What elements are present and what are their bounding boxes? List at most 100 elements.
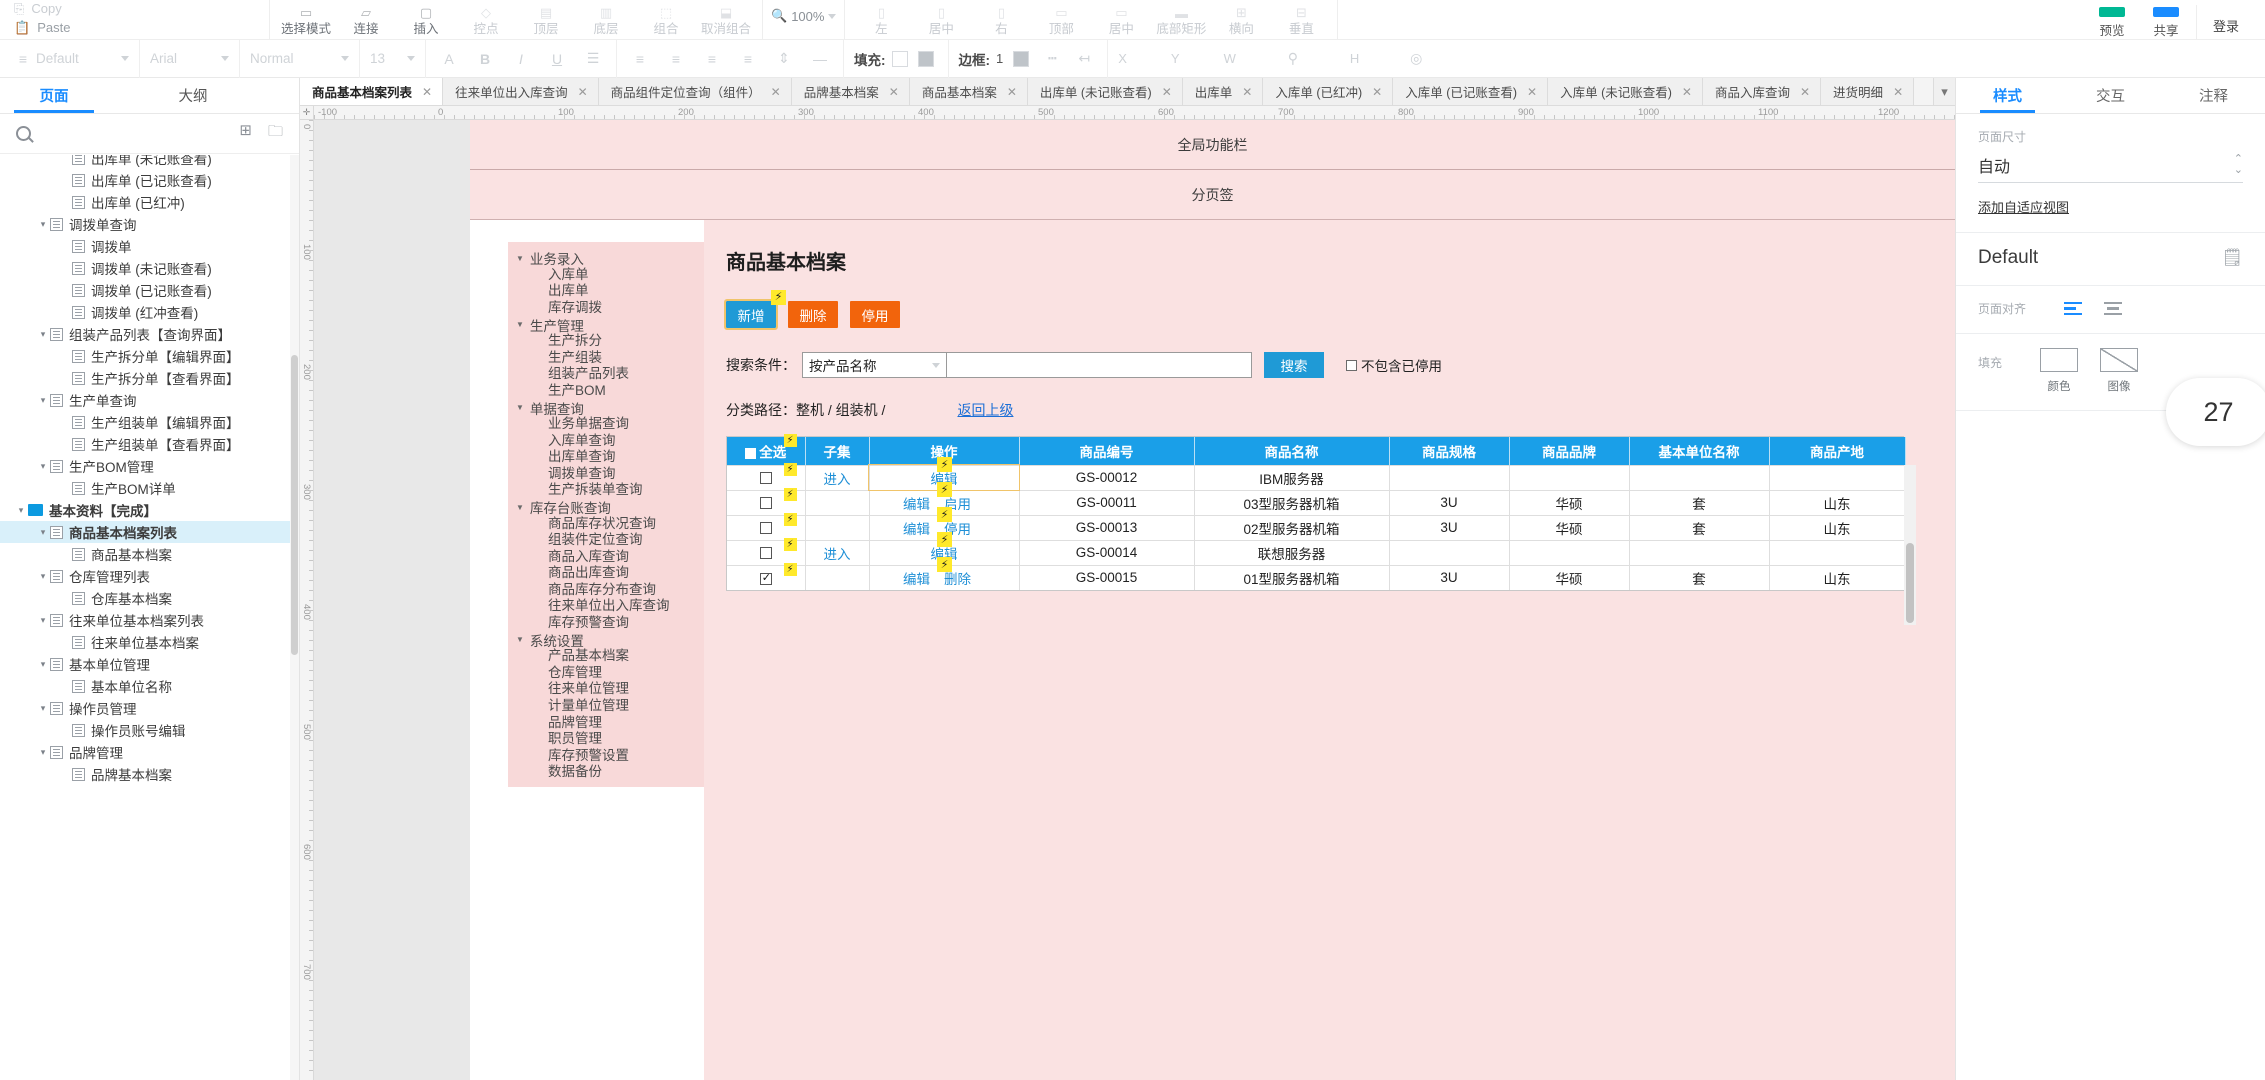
- nav-item[interactable]: 商品库存分布查询: [508, 582, 704, 599]
- ribbon-ungroup[interactable]: ⬓ 取消组合: [698, 0, 754, 37]
- page-tree-item[interactable]: ▾ 基本资料【完成】: [0, 499, 290, 521]
- share-button[interactable]: 共享: [2142, 1, 2190, 39]
- align-justify-icon[interactable]: ≡: [735, 51, 761, 67]
- row-select-cell[interactable]: ⚡: [727, 512, 806, 540]
- page-tree-item[interactable]: ▾ 调拨单 (未记账查看): [0, 257, 290, 279]
- chevron-down-icon[interactable]: ▾: [36, 461, 50, 472]
- notification-badge[interactable]: 27: [2166, 378, 2265, 446]
- row-select-cell[interactable]: ⚡: [727, 537, 806, 565]
- edit-style-icon[interactable]: 🗒: [2221, 248, 2243, 268]
- subset-cell[interactable]: [805, 564, 870, 590]
- delete-button[interactable]: 删除: [788, 301, 838, 328]
- pages-scrollbar[interactable]: [290, 155, 299, 1080]
- nav-item[interactable]: 入库单: [508, 267, 704, 284]
- ribbon-align-left[interactable]: ▯ 左: [853, 0, 909, 37]
- row-select-cell[interactable]: ⚡: [727, 562, 806, 590]
- ribbon-handle[interactable]: ◇ 控点: [458, 0, 514, 37]
- tab-interactions[interactable]: 交互: [2059, 78, 2162, 113]
- page-tree-item[interactable]: ▾ 生产拆分单【查看界面】: [0, 367, 290, 389]
- column-header[interactable]: 商品规格: [1389, 437, 1510, 465]
- ruler-origin-icon[interactable]: ✛: [300, 106, 314, 120]
- page-tree-item[interactable]: ▾ 生产组装单【编辑界面】: [0, 411, 290, 433]
- nav-item[interactable]: 往来单位出入库查询: [508, 598, 704, 615]
- page-tree-item[interactable]: ▾ 生产单查询: [0, 389, 290, 411]
- row-select-cell[interactable]: ⚡: [727, 462, 806, 490]
- border-style-icon[interactable]: ┅: [1039, 50, 1065, 67]
- ribbon-insert[interactable]: ▢ 插入: [398, 0, 454, 37]
- ribbon-align-bottom[interactable]: ▬ 底部矩形: [1153, 0, 1209, 37]
- page-tab[interactable]: 入库单 (已红冲) ✕: [1263, 78, 1394, 105]
- ribbon-align-middle[interactable]: ▭ 居中: [1093, 0, 1149, 37]
- fill-color-option[interactable]: 颜色: [2040, 348, 2079, 394]
- disable-button[interactable]: 停用: [850, 301, 900, 328]
- table-row[interactable]: ⚡ ⚡ 编辑 停用 GS-00013 02型服务器机箱 3U 华硕套山东: [727, 506, 1906, 540]
- close-icon[interactable]: ✕: [1242, 85, 1252, 99]
- underline-icon[interactable]: U: [544, 51, 570, 67]
- select-all-header[interactable]: 全选 ⚡: [727, 434, 806, 465]
- page-tree-item[interactable]: ▾ 商品基本档案列表: [0, 521, 290, 543]
- page-tree-item[interactable]: ▾ 生产BOM详单: [0, 477, 290, 499]
- page-tab[interactable]: 入库单 (已记账查看) ✕: [1393, 78, 1549, 105]
- page-tree-item[interactable]: ▾ 生产拆分单【编辑界面】: [0, 345, 290, 367]
- close-icon[interactable]: ✕: [1527, 85, 1537, 99]
- page-tree-item[interactable]: ▾ 组装产品列表【查询界面】: [0, 323, 290, 345]
- font-color-icon[interactable]: A: [436, 51, 462, 67]
- close-icon[interactable]: ✕: [1007, 85, 1017, 99]
- page-tab[interactable]: 出库单 ✕: [1182, 78, 1264, 105]
- page-tree-item[interactable]: ▾ 调拨单查询: [0, 213, 290, 235]
- chevron-down-icon[interactable]: ▾: [36, 659, 50, 670]
- search-input[interactable]: [41, 126, 230, 141]
- page-tree[interactable]: ▾ 出库单 (未记账查看) ▾ 出库单 (已记账查看) ▾ 出库单 (已红冲) ▾ 调拨单查询…: [0, 155, 290, 1080]
- nav-item[interactable]: 商品出库查询: [508, 565, 704, 582]
- nav-item[interactable]: 业务单据查询: [508, 416, 704, 433]
- ribbon-distribute-v[interactable]: ⊟ 垂直: [1273, 0, 1329, 37]
- close-icon[interactable]: ✕: [578, 85, 588, 99]
- ribbon-distribute-h[interactable]: ⊞ 横向: [1213, 0, 1269, 37]
- table-row[interactable]: ⚡ ⚡ 编辑 启用 GS-00011 03型服务器机箱 3U 华硕套山东: [727, 481, 1906, 515]
- column-header[interactable]: 商品品牌: [1509, 437, 1630, 465]
- row-select-cell[interactable]: ⚡: [727, 487, 806, 515]
- chevron-down-icon[interactable]: ▾: [36, 527, 50, 538]
- style-selector[interactable]: ≡ Default: [0, 39, 140, 78]
- ribbon-group[interactable]: ⬚ 组合: [638, 0, 694, 37]
- column-header[interactable]: 子集: [805, 437, 870, 465]
- close-icon[interactable]: ✕: [422, 85, 432, 99]
- scrollbar-thumb[interactable]: [1906, 543, 1914, 623]
- design-canvas[interactable]: 全局功能栏 分页签 ▼ 业务录入 入库单 出库单 库存调拨 ▼ 生产管理 生产拆分 生产组装 组装…: [314, 120, 1955, 1080]
- nav-item[interactable]: 库存预警设置: [508, 748, 704, 765]
- tab-pages[interactable]: 页面: [0, 78, 108, 113]
- fontsize-selector[interactable]: 13: [360, 39, 426, 78]
- fill-image-option[interactable]: 图像: [2100, 348, 2139, 394]
- nav-item[interactable]: 商品入库查询: [508, 549, 704, 566]
- nav-item[interactable]: 生产组装: [508, 350, 704, 367]
- bold-icon[interactable]: B: [472, 51, 498, 67]
- page-tree-item[interactable]: ▾ 出库单 (未记账查看): [0, 155, 290, 169]
- border-color-swatch[interactable]: [1013, 50, 1030, 67]
- tab-style[interactable]: 样式: [1956, 78, 2059, 113]
- page-tab[interactable]: 商品基本档案 ✕: [909, 78, 1028, 105]
- tab-overflow-icon[interactable]: ▾: [1933, 78, 1955, 105]
- table-row[interactable]: ⚡ ⚡ 编辑删除 GS-0001501型服务器机箱3U华硕套山东: [727, 556, 1906, 590]
- border-arrow-icon[interactable]: ↤: [1071, 50, 1097, 67]
- chevron-down-icon[interactable]: ▾: [36, 615, 50, 626]
- app-left-nav[interactable]: ▼ 业务录入 入库单 出库单 库存调拨 ▼ 生产管理 生产拆分 生产组装 组装产品列表 生产BOM ▼…: [508, 242, 704, 787]
- chevron-down-icon[interactable]: ▾: [36, 747, 50, 758]
- fill-opacity-swatch[interactable]: [917, 50, 934, 67]
- vertical-align-icon[interactable]: —: [807, 51, 833, 67]
- nav-item[interactable]: 品牌管理: [508, 715, 704, 732]
- page-size-select[interactable]: 自动 ⌃ ⌄: [1978, 153, 2243, 183]
- page-tree-item[interactable]: ▾ 商品基本档案: [0, 543, 290, 565]
- column-header[interactable]: 商品名称: [1194, 437, 1390, 465]
- lock-width-icon[interactable]: ⚲: [1280, 50, 1306, 67]
- page-tree-item[interactable]: ▾ 基本单位名称: [0, 675, 290, 697]
- login-button[interactable]: 登录: [2195, 5, 2249, 39]
- nav-group[interactable]: ▼ 业务录入: [508, 250, 704, 267]
- page-tab[interactable]: 往来单位出入库查询 ✕: [443, 78, 599, 105]
- chevron-down-icon[interactable]: ▾: [36, 703, 50, 714]
- close-icon[interactable]: ✕: [771, 85, 781, 99]
- column-header[interactable]: 商品编号: [1019, 437, 1195, 465]
- align-center-icon[interactable]: [2104, 301, 2123, 316]
- table-scrollbar[interactable]: [1904, 465, 1916, 625]
- nav-group[interactable]: ▼ 库存台账查询: [508, 499, 704, 516]
- page-tree-item[interactable]: ▾ 调拨单: [0, 235, 290, 257]
